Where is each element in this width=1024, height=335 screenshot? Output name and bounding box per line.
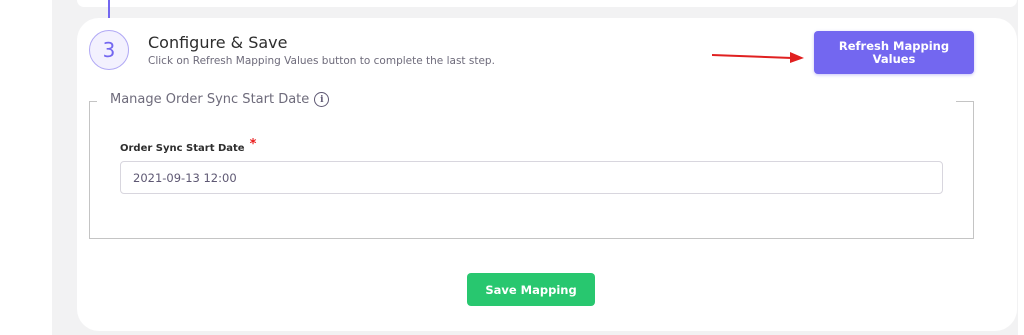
refresh-mapping-values-button[interactable]: Refresh Mapping Values xyxy=(814,31,974,74)
field-label-text: Order Sync Start Date xyxy=(120,143,245,154)
step-card: 3 Configure & Save Click on Refresh Mapp… xyxy=(77,18,1017,331)
step-connector-line xyxy=(108,0,110,20)
save-mapping-button[interactable]: Save Mapping xyxy=(467,273,595,306)
fieldset-border-right xyxy=(956,101,974,102)
order-sync-start-date-label: Order Sync Start Date * xyxy=(120,137,257,155)
step-title: Configure & Save xyxy=(148,33,288,52)
previous-step-card xyxy=(77,0,1017,7)
arrow-right-icon xyxy=(712,52,804,63)
step-number-badge: 3 xyxy=(89,30,129,70)
order-sync-start-date-input[interactable] xyxy=(120,161,943,194)
required-marker: * xyxy=(249,137,257,152)
fieldset-legend: Manage Order Sync Start Date i xyxy=(110,92,330,107)
step-description: Click on Refresh Mapping Values button t… xyxy=(148,55,495,67)
fieldset-border-left xyxy=(89,101,97,102)
legend-text: Manage Order Sync Start Date xyxy=(110,92,310,107)
info-circle-icon[interactable]: i xyxy=(314,92,330,107)
